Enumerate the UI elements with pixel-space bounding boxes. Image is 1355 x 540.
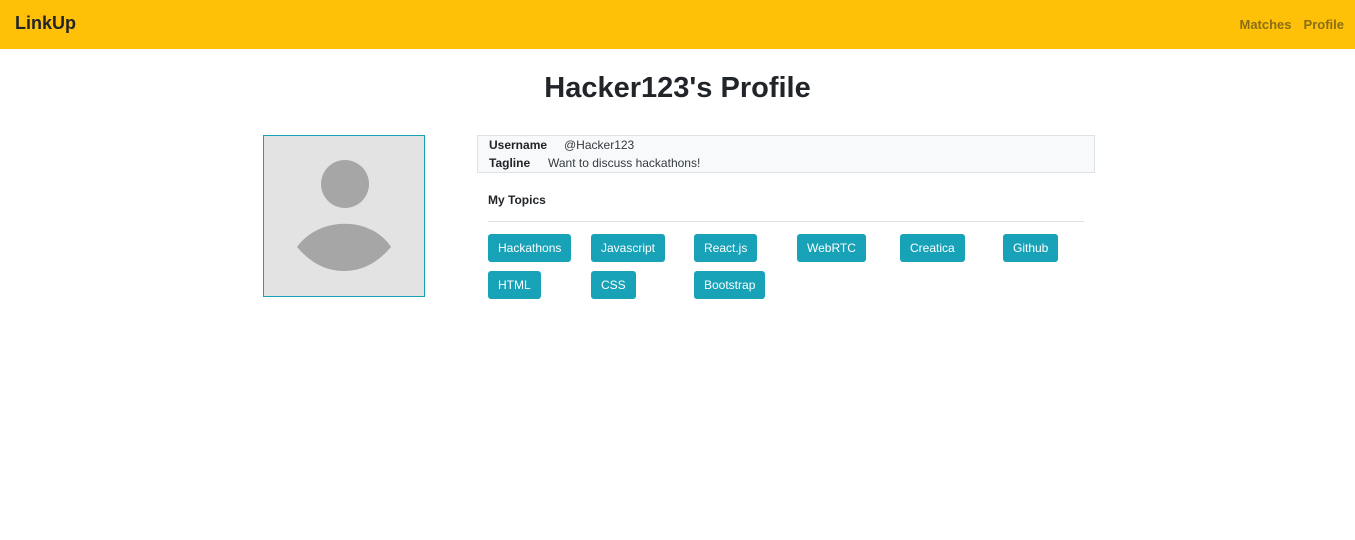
topic-reactjs[interactable]: React.js [694,234,758,262]
nav-links: Matches Profile [1240,17,1345,32]
topic-webrtc[interactable]: WebRTC [797,234,866,262]
tagline-label: Tagline [489,156,531,170]
topic-hackathons[interactable]: Hackathons [488,234,572,262]
brand-logo[interactable]: LinkUp [15,13,76,34]
navbar: LinkUp Matches Profile [0,0,1355,49]
nav-link-profile[interactable]: Profile [1304,17,1344,32]
avatar [263,135,425,297]
tagline-value: Want to discuss hackathons! [548,156,701,170]
topic-javascript[interactable]: Javascript [591,234,666,262]
nav-link-matches[interactable]: Matches [1240,17,1292,32]
topic-css[interactable]: CSS [591,271,636,299]
topic-bootstrap[interactable]: Bootstrap [694,271,766,299]
username-value: @Hacker123 [564,138,635,152]
topics-header: My Topics [488,193,546,207]
topic-html[interactable]: HTML [488,271,541,299]
divider [488,221,1084,222]
profile-info-table: Username @Hacker123 Tagline Want to disc… [477,135,1095,173]
page-title: Hacker123's Profile [544,72,811,104]
topic-creatica[interactable]: Creatica [900,234,965,262]
topic-github[interactable]: Github [1003,234,1059,262]
tagline-row: Tagline Want to discuss hackathons! [489,154,700,172]
username-label: Username [489,138,548,152]
user-silhouette-icon [297,160,391,271]
username-row: Username @Hacker123 [489,136,634,154]
